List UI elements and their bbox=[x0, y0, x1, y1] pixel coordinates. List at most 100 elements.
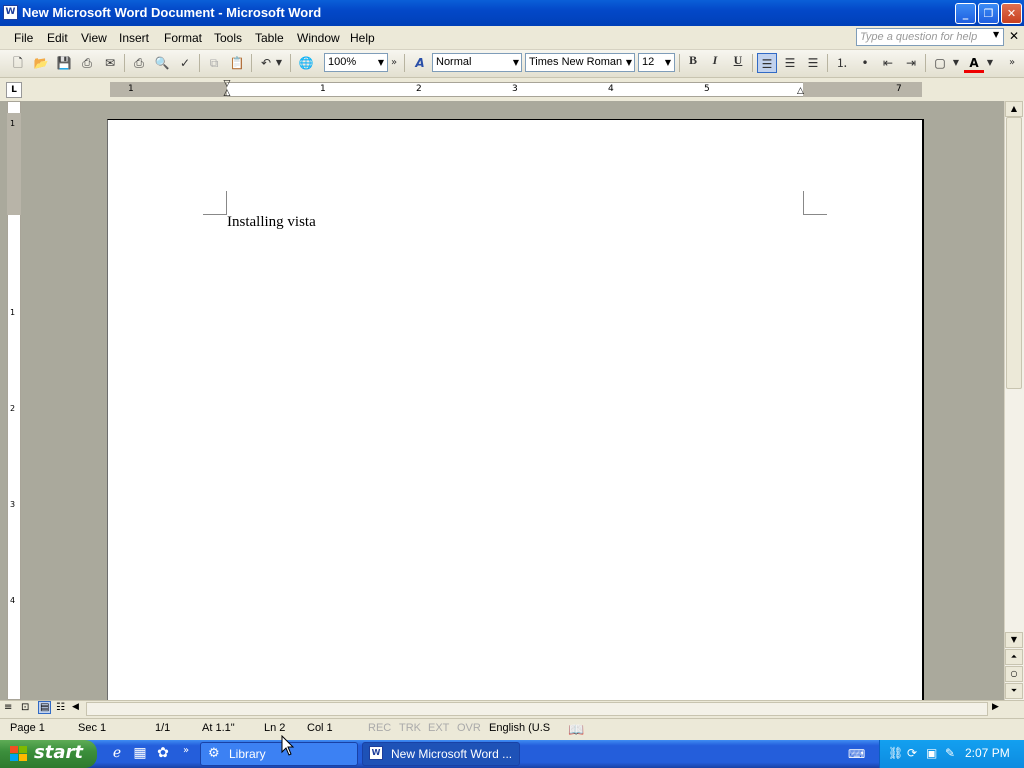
styles-formatting-icon[interactable]: A bbox=[410, 53, 430, 73]
previous-page-icon[interactable]: ⏶ bbox=[1005, 649, 1023, 665]
font-size-dropdown-icon[interactable]: ▼ bbox=[662, 53, 674, 72]
quick-launch-app-icon[interactable]: ✿ bbox=[154, 745, 172, 763]
help-dropdown-icon[interactable]: ▼ bbox=[993, 30, 999, 39]
keyboard-tray-icon[interactable]: ⌨ bbox=[848, 747, 865, 761]
web-layout-icon[interactable]: ⊡ bbox=[21, 702, 29, 713]
close-button[interactable]: ✕ bbox=[1001, 3, 1022, 24]
menu-file[interactable]: File bbox=[14, 31, 33, 45]
borders-dropdown-icon[interactable]: ▼ bbox=[950, 53, 962, 73]
next-page-icon[interactable]: ⏷ bbox=[1005, 683, 1023, 699]
increase-indent-icon[interactable]: ⇥ bbox=[901, 53, 921, 73]
ruler-number: 2 bbox=[416, 84, 422, 94]
clock[interactable]: 2:07 PM bbox=[965, 746, 1010, 760]
windows-logo-icon bbox=[10, 746, 27, 761]
document-text[interactable]: Installing vista bbox=[227, 214, 316, 231]
permission-icon[interactable]: ⎙ bbox=[77, 53, 97, 73]
menu-insert[interactable]: Insert bbox=[119, 31, 149, 45]
close-document-icon[interactable]: ✕ bbox=[1009, 29, 1019, 43]
new-document-icon[interactable]: 🗋 bbox=[8, 53, 28, 73]
spelling-icon[interactable]: ✓ bbox=[175, 53, 195, 73]
status-ext[interactable]: EXT bbox=[428, 722, 449, 734]
scroll-up-icon[interactable]: ▲ bbox=[1005, 101, 1023, 117]
menu-format[interactable]: Format bbox=[164, 31, 202, 45]
font-color-icon[interactable]: A bbox=[964, 53, 984, 73]
vruler-number: 3 bbox=[10, 500, 16, 509]
connection-tray-icon[interactable]: ▣ bbox=[926, 746, 937, 760]
scroll-down-icon[interactable]: ▼ bbox=[1005, 632, 1023, 648]
font-select[interactable]: Times New Roman bbox=[525, 53, 635, 72]
update-tray-icon[interactable]: ⟳ bbox=[907, 746, 917, 760]
media-player-icon[interactable]: ▦ bbox=[131, 745, 149, 763]
menu-edit[interactable]: Edit bbox=[47, 31, 68, 45]
align-center-icon[interactable]: ☰ bbox=[780, 53, 800, 73]
copy-icon[interactable]: ⧉ bbox=[204, 53, 224, 73]
toolbar-separator bbox=[251, 54, 252, 72]
security-tray-icon[interactable]: ✎ bbox=[945, 746, 955, 760]
network-tray-icon[interactable]: ⛓ bbox=[888, 746, 903, 760]
library-folder-icon: ⚙ bbox=[208, 746, 220, 761]
status-trk[interactable]: TRK bbox=[399, 722, 421, 734]
open-folder-icon[interactable]: 📂 bbox=[31, 53, 51, 73]
bold-button[interactable]: B bbox=[683, 53, 703, 73]
toolbar-separator bbox=[679, 54, 680, 72]
vruler-number: 1 bbox=[10, 308, 16, 317]
menu-help[interactable]: Help bbox=[350, 31, 375, 45]
font-dropdown-icon[interactable]: ▼ bbox=[623, 53, 635, 72]
taskbar-task-word[interactable]: New Microsoft Word ... bbox=[362, 742, 520, 766]
menu-tools[interactable]: Tools bbox=[214, 31, 242, 45]
print-layout-icon[interactable]: ▤ bbox=[38, 701, 52, 714]
taskbar-task-library[interactable]: Library bbox=[200, 742, 358, 766]
save-icon[interactable]: 💾 bbox=[54, 53, 74, 73]
quick-launch-overflow-icon[interactable]: » bbox=[177, 745, 195, 763]
indent-marker-icon[interactable]: ▽ △ bbox=[221, 80, 233, 100]
status-ovr[interactable]: OVR bbox=[457, 722, 481, 734]
scroll-left-icon[interactable]: ◀ bbox=[72, 702, 79, 712]
vertical-scroll-thumb[interactable] bbox=[1006, 117, 1022, 389]
spelling-status-book-icon[interactable]: 📖 bbox=[568, 722, 584, 738]
word-app-icon[interactable]: W bbox=[3, 5, 18, 20]
tab-selector[interactable]: L bbox=[6, 82, 22, 98]
zoom-dropdown-icon[interactable]: ▼ bbox=[375, 53, 387, 72]
undo-dropdown-icon[interactable]: ▼ bbox=[273, 53, 285, 73]
align-right-icon[interactable]: ☰ bbox=[803, 53, 823, 73]
decrease-indent-icon[interactable]: ⇤ bbox=[878, 53, 898, 73]
style-select[interactable]: Normal bbox=[432, 53, 522, 72]
email-icon[interactable]: ✉ bbox=[100, 53, 120, 73]
vruler-number: 1 bbox=[10, 119, 16, 128]
select-browse-object-icon[interactable]: ○ bbox=[1005, 666, 1023, 682]
underline-button[interactable]: U bbox=[728, 53, 748, 73]
internet-explorer-icon[interactable]: ℯ bbox=[108, 745, 126, 763]
right-indent-marker-icon[interactable]: △ bbox=[797, 86, 804, 96]
restore-button[interactable]: ❐ bbox=[978, 3, 999, 24]
paste-icon[interactable]: 📋 bbox=[227, 53, 247, 73]
outline-view-icon[interactable]: ☷ bbox=[56, 702, 65, 713]
bullets-icon[interactable]: • bbox=[855, 53, 875, 73]
toolbar-overflow-icon-2[interactable]: » bbox=[1005, 53, 1019, 73]
italic-button[interactable]: I bbox=[705, 53, 725, 73]
toolbar-separator bbox=[124, 54, 125, 72]
document-page[interactable] bbox=[107, 119, 924, 700]
minimize-button[interactable]: _ bbox=[955, 3, 976, 24]
font-color-dropdown-icon[interactable]: ▼ bbox=[984, 53, 996, 73]
print-preview-icon[interactable]: 🔍 bbox=[152, 53, 172, 73]
style-dropdown-icon[interactable]: ▼ bbox=[510, 53, 522, 72]
borders-icon[interactable]: ▢ bbox=[930, 53, 950, 73]
align-left-icon[interactable]: ☰ bbox=[757, 53, 777, 73]
ruler-number: 4 bbox=[608, 84, 614, 94]
help-search-input[interactable]: Type a question for help bbox=[856, 28, 1004, 46]
menu-table[interactable]: Table bbox=[255, 31, 284, 45]
menu-window[interactable]: Window bbox=[297, 31, 340, 45]
normal-view-icon[interactable]: ≡ bbox=[4, 702, 12, 713]
scroll-right-icon[interactable]: ▶ bbox=[992, 702, 999, 712]
status-rec[interactable]: REC bbox=[368, 722, 391, 734]
hyperlink-globe-icon[interactable]: 🌐 bbox=[296, 53, 316, 73]
toolbar-overflow-icon[interactable]: » bbox=[388, 53, 400, 73]
horizontal-scrollbar[interactable] bbox=[86, 702, 988, 716]
margin-corner-top-left bbox=[203, 191, 227, 215]
toolbar-separator bbox=[827, 54, 828, 72]
status-section: Sec 1 bbox=[78, 722, 107, 734]
menu-view[interactable]: View bbox=[81, 31, 107, 45]
numbering-icon[interactable]: ⒈ bbox=[832, 53, 852, 73]
ruler-number: 5 bbox=[704, 84, 710, 94]
print-icon[interactable]: ⎙ bbox=[129, 53, 149, 73]
